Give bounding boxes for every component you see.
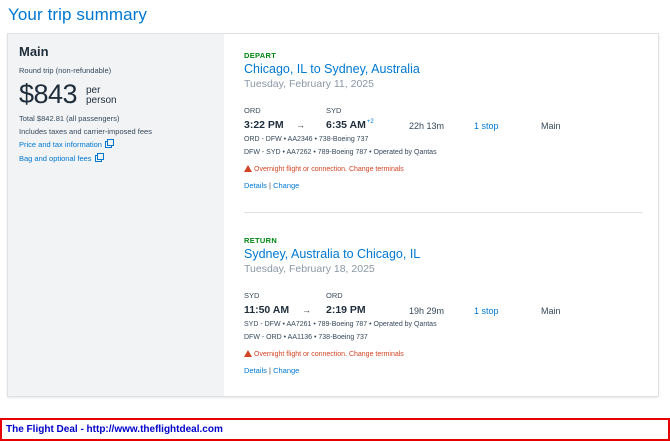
stops-link[interactable]: 1 stop: [474, 306, 499, 316]
arrow-right-icon: →: [296, 120, 305, 130]
bag-fees-link[interactable]: Bag and optional fees: [19, 153, 104, 163]
arrive-time-wrap: 6:35 AM+2: [326, 119, 374, 131]
segment-info: ORD - DFW • AA2346 • 738-Boeing 737: [244, 136, 369, 143]
leg-date: Tuesday, February 11, 2025: [244, 78, 374, 90]
leg-route: Sydney, Australia to Chicago, IL: [244, 247, 421, 261]
stops-link[interactable]: 1 stop: [474, 121, 499, 131]
segment-info: DFW - ORD • AA1136 • 738-Boeing 737: [244, 334, 368, 341]
price-per-person: $843: [19, 79, 78, 109]
per-person-label: per person: [86, 85, 117, 106]
actions-separator: |: [269, 366, 271, 375]
overnight-warning: Overnight flight or connection. Change t…: [244, 165, 404, 173]
arrive-time: 2:19 PM: [326, 304, 366, 316]
external-window-icon: [104, 139, 114, 148]
destination-code: SYD: [326, 106, 342, 115]
leg-date: Tuesday, February 18, 2025: [244, 263, 375, 275]
price-tax-info-label: Price and tax information: [19, 140, 102, 149]
warning-icon: [244, 165, 252, 172]
trip-type-text: Round trip (non-refundable): [19, 66, 112, 75]
day-offset: +2: [366, 119, 374, 125]
origin-code: SYD: [244, 291, 260, 300]
change-link[interactable]: Change: [273, 366, 299, 375]
external-window-icon: [94, 153, 104, 162]
details-link[interactable]: Details: [244, 366, 267, 375]
return-leg: RETURN Sydney, Australia to Chicago, IL …: [244, 236, 642, 386]
leg-label: DEPART: [244, 51, 277, 60]
depart-time: 11:50 AM: [244, 304, 290, 316]
price-summary-panel: Main Round trip (non-refundable) $843 pe…: [8, 34, 224, 396]
warning-icon: [244, 350, 252, 357]
trip-summary-card: Main Round trip (non-refundable) $843 pe…: [8, 34, 658, 396]
actions-separator: |: [269, 181, 271, 190]
segment-info: DFW - SYD • AA7262 • 789-Boeing 787 • Op…: [244, 149, 437, 156]
footer-banner: The Flight Deal - http://www.theflightde…: [0, 418, 670, 441]
warning-text: Overnight flight or connection. Change t…: [254, 351, 404, 358]
depart-time: 3:22 PM: [244, 119, 284, 131]
price-tax-info-link[interactable]: Price and tax information: [19, 139, 114, 149]
leg-actions: Details | Change: [244, 181, 299, 190]
destination-code: ORD: [326, 291, 343, 300]
flight-legs: DEPART Chicago, IL to Sydney, Australia …: [224, 34, 658, 396]
origin-code: ORD: [244, 106, 261, 115]
leg-divider: [244, 212, 642, 213]
change-link[interactable]: Change: [273, 181, 299, 190]
bag-fees-label: Bag and optional fees: [19, 154, 92, 163]
arrow-right-icon: →: [302, 305, 311, 315]
leg-cabin: Main: [541, 121, 561, 131]
cabin-class-title: Main: [19, 44, 49, 59]
flight-duration: 22h 13m: [409, 121, 445, 131]
leg-actions: Details | Change: [244, 366, 299, 375]
footer-text[interactable]: The Flight Deal - http://www.theflightde…: [6, 424, 223, 435]
page-title: Your trip summary: [8, 5, 148, 24]
leg-cabin: Main: [541, 306, 561, 316]
depart-leg: DEPART Chicago, IL to Sydney, Australia …: [244, 51, 642, 201]
leg-route: Chicago, IL to Sydney, Australia: [244, 62, 420, 76]
overnight-warning: Overnight flight or connection. Change t…: [244, 350, 404, 358]
leg-label: RETURN: [244, 236, 278, 245]
flight-duration: 19h 29m: [409, 306, 445, 316]
arrive-time: 6:35 AM: [326, 119, 366, 131]
total-price-text: Total $842.81 (all passengers): [19, 114, 120, 123]
arrive-time-wrap: 2:19 PM: [326, 304, 366, 316]
segment-info: SYD - DFW • AA7261 • 789-Boeing 787 • Op…: [244, 321, 437, 328]
warning-text: Overnight flight or connection. Change t…: [254, 166, 404, 173]
includes-taxes-text: Includes taxes and carrier-imposed fees: [19, 127, 152, 136]
details-link[interactable]: Details: [244, 181, 267, 190]
